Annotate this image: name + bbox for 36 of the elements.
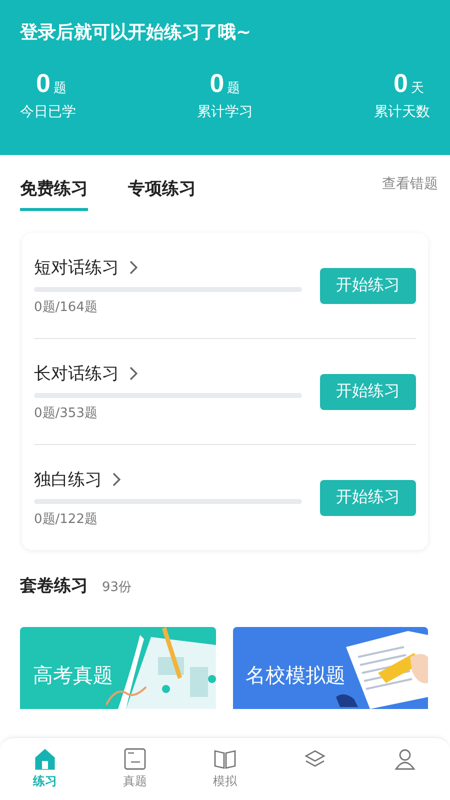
question-count: 0题/122题 <box>34 510 98 528</box>
practice-title[interactable]: 短对话练习 <box>34 256 119 278</box>
login-prompt: 登录后就可以开始练习了哦~ <box>20 21 252 44</box>
chevron-icon <box>129 260 138 274</box>
stat-unit: 题 <box>227 80 240 97</box>
tab[interactable]: 免费练习 <box>20 175 88 211</box>
category-card[interactable]: 高考真题 <box>20 627 216 709</box>
person-icon[interactable] <box>394 748 416 770</box>
section-title: 套卷练习 <box>20 575 88 597</box>
stat-value: 0 <box>394 68 408 99</box>
tab[interactable]: 专项练习 <box>128 175 196 211</box>
stat-label: 累计学习 <box>197 103 253 121</box>
start-button[interactable]: 开始练习 <box>320 374 416 410</box>
stat-label: 累计天数 <box>374 103 430 121</box>
nav-label[interactable]: 真题 <box>123 773 147 790</box>
stat-value: 0 <box>36 68 50 99</box>
home-icon[interactable] <box>34 748 56 770</box>
chevron-icon <box>129 366 138 380</box>
start-button[interactable]: 开始练习 <box>320 480 416 516</box>
practice-title[interactable]: 长对话练习 <box>34 362 119 384</box>
stat-label: 今日已学 <box>20 103 76 121</box>
question-count: 0题/164题 <box>34 298 98 316</box>
wrong-answers-link[interactable]: 查看错题 <box>382 175 438 193</box>
nav-label[interactable]: 模拟 <box>213 773 237 790</box>
question-count: 0题/353题 <box>34 404 98 422</box>
practice-title[interactable]: 独白练习 <box>34 468 102 490</box>
stat-unit: 题 <box>53 80 66 97</box>
chevron-icon <box>112 472 121 486</box>
paper-icon[interactable] <box>124 748 146 770</box>
paper-count: 93份 <box>102 579 132 596</box>
book-icon[interactable] <box>213 748 237 770</box>
category-card[interactable]: 名校模拟题 <box>232 627 428 709</box>
stat-unit: 天 <box>411 80 424 97</box>
start-button[interactable]: 开始练习 <box>320 268 416 304</box>
nav-label[interactable]: 练习 <box>33 773 57 790</box>
stat-value: 0 <box>210 68 224 99</box>
